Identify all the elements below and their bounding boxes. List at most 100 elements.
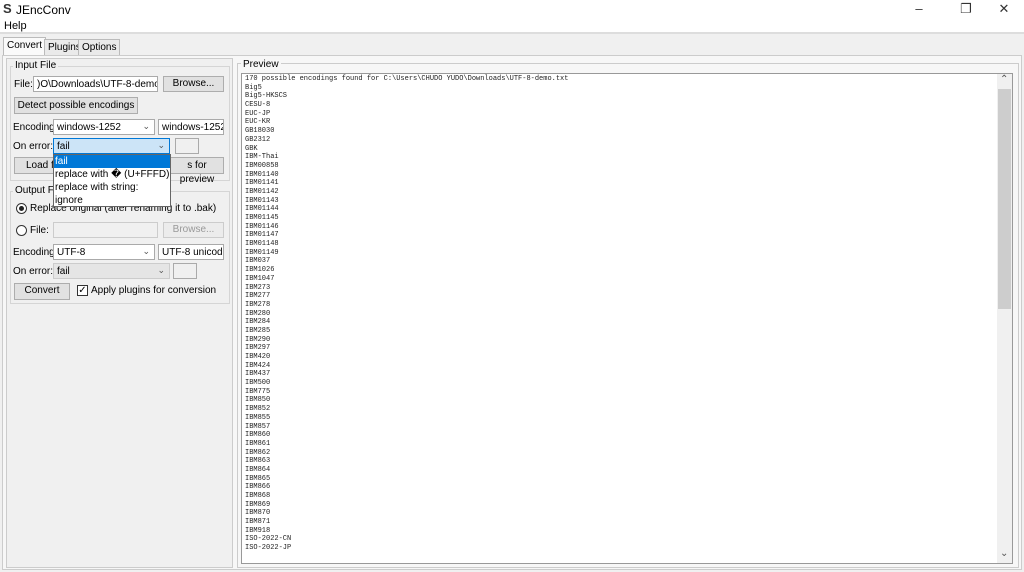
minimize-button[interactable]: – [904,0,934,18]
menu-help[interactable]: Help [4,20,27,32]
output-encoding-description: UTF-8 unicode-1 [158,244,224,260]
input-file-field[interactable]: )O\Downloads\UTF-8-demo.txt [33,76,158,92]
tab-options[interactable]: Options [78,39,121,55]
scroll-down-icon[interactable]: ⌄ [1000,548,1008,559]
output-file-label: File: [30,225,49,236]
encoding-list-item: ISO-2022-JP [245,544,292,553]
scrollbar-thumb[interactable] [998,89,1011,309]
encoding-list-item: IBM01143 [245,196,279,205]
encoding-list-item: IBM437 [245,370,271,379]
chevron-down-icon: ⌄ [142,246,150,256]
preview-lines: 170 possible encodings found for C:\User… [242,74,1012,553]
input-onerror-value: fail [57,141,70,152]
encoding-list-item: IBM273 [245,283,271,292]
encoding-list-item: IBM01146 [245,222,279,231]
dropdown-option-replace-fffd[interactable]: replace with � (U+FFFD) [54,168,170,181]
encoding-list-item: IBM277 [245,292,271,301]
input-encoding-label: Encoding: [13,122,58,133]
input-file-label: File: [14,79,33,90]
detect-encodings-button[interactable]: Detect possible encodings [14,97,138,114]
encoding-list-item: IBM01144 [245,205,279,214]
encoding-list-item: Big5 [245,83,262,92]
output-file-radio[interactable] [16,225,27,236]
encoding-list-item: IBM420 [245,353,271,361]
encoding-list-item: IBM297 [245,344,271,353]
encoding-list-item: IBM850 [245,396,271,405]
preview-text-area[interactable]: 170 possible encodings found for C:\User… [241,73,1013,564]
output-browse-button[interactable]: Browse... [163,222,224,238]
menu-bar: Help [0,18,1024,34]
encoding-list-item: IBM278 [245,300,271,309]
input-browse-button[interactable]: Browse... [163,76,224,92]
encoding-list-item: IBM861 [245,439,271,448]
encoding-list-item: IBM01149 [245,248,279,257]
encoding-list-item: IBM01145 [245,214,279,222]
encoding-list-item: IBM290 [245,335,271,344]
load-button-label-end: s for preview [179,160,215,185]
app-logo-icon: S [3,1,12,16]
encoding-list-item: IBM870 [245,509,271,518]
dropdown-option-fail[interactable]: fail [54,155,170,168]
encoding-list-item: IBM280 [245,309,271,318]
encoding-list-item: IBM864 [245,465,271,474]
preview-scrollbar[interactable]: ⌃ ⌄ [997,74,1012,563]
preview-summary-line: 170 possible encodings found for C:\User… [245,75,569,83]
encoding-list-item: Big5-HKSCS [245,92,288,101]
encoding-list-item: ISO-2022-CN [245,535,292,544]
encoding-list-item: EUC-KR [245,118,271,127]
encoding-list-item: IBM01147 [245,231,279,240]
output-encoding-select[interactable]: UTF-8 ⌄ [53,244,155,260]
input-onerror-select[interactable]: fail ⌄ [53,138,170,154]
encoding-list-item: IBM860 [245,431,271,440]
dropdown-option-replace-string[interactable]: replace with string: [54,181,170,194]
apply-plugins-checkbox[interactable]: ✓ [77,285,88,296]
encoding-list-item: IBM868 [245,492,271,500]
dropdown-option-ignore[interactable]: ignore [54,194,170,207]
chevron-down-icon: ⌄ [142,121,150,131]
output-replacement-string-field[interactable] [173,263,197,279]
encoding-list-item: IBM1026 [245,266,275,275]
encoding-list-item: GBK [245,144,258,153]
input-encoding-description: windows-1252 c [158,119,224,135]
encoding-list-item: IBM-Thai [245,153,279,162]
encoding-list-item: GB2312 [245,135,271,144]
onerror-dropdown-list: fail replace with � (U+FFFD) replace wit… [53,154,171,207]
input-file-legend: Input File [13,60,59,71]
preview-legend: Preview [241,59,281,70]
encoding-list-item: IBM01141 [245,179,279,188]
output-onerror-value: fail [57,266,70,277]
input-encoding-value: windows-1252 [57,122,121,133]
replace-original-radio[interactable] [16,203,27,214]
input-replacement-string-field[interactable] [175,138,199,154]
window-title: JEncConv [16,3,71,17]
input-onerror-label: On error: [13,141,54,152]
scroll-up-icon[interactable]: ⌃ [1000,74,1008,85]
output-file-field[interactable] [53,222,158,238]
input-encoding-select[interactable]: windows-1252 ⌄ [53,119,155,135]
chevron-down-icon: ⌄ [157,140,165,150]
close-button[interactable]: ✕ [989,0,1019,18]
convert-button[interactable]: Convert [14,283,70,300]
encoding-list-item: IBM857 [245,422,271,431]
encoding-list-item: CESU-8 [245,101,271,110]
encoding-list-item: IBM863 [245,457,271,466]
output-encoding-label: Encoding: [13,247,58,258]
encoding-list-item: IBM01142 [245,187,279,196]
maximize-button[interactable]: ❐ [951,0,981,18]
output-onerror-label: On error: [13,266,54,277]
title-bar: S JEncConv – ❐ ✕ [0,0,1024,18]
encoding-list-item: IBM865 [245,474,271,483]
encoding-list-item: IBM284 [245,318,271,327]
output-onerror-select[interactable]: fail ⌄ [53,263,170,279]
encoding-list-item: IBM862 [245,448,271,457]
encoding-list-item: IBM871 [245,518,271,527]
tab-convert[interactable]: Convert [3,37,47,56]
output-encoding-value: UTF-8 [57,247,86,258]
encoding-list-item: IBM500 [245,379,271,388]
encoding-list-item: IBM01140 [245,170,279,179]
encoding-list-item: IBM918 [245,526,271,535]
encoding-list-item: IBM855 [245,413,271,422]
encoding-list-item: IBM01148 [245,240,279,249]
apply-plugins-label: Apply plugins for conversion [91,285,217,296]
encoding-list-item: IBM775 [245,387,271,396]
